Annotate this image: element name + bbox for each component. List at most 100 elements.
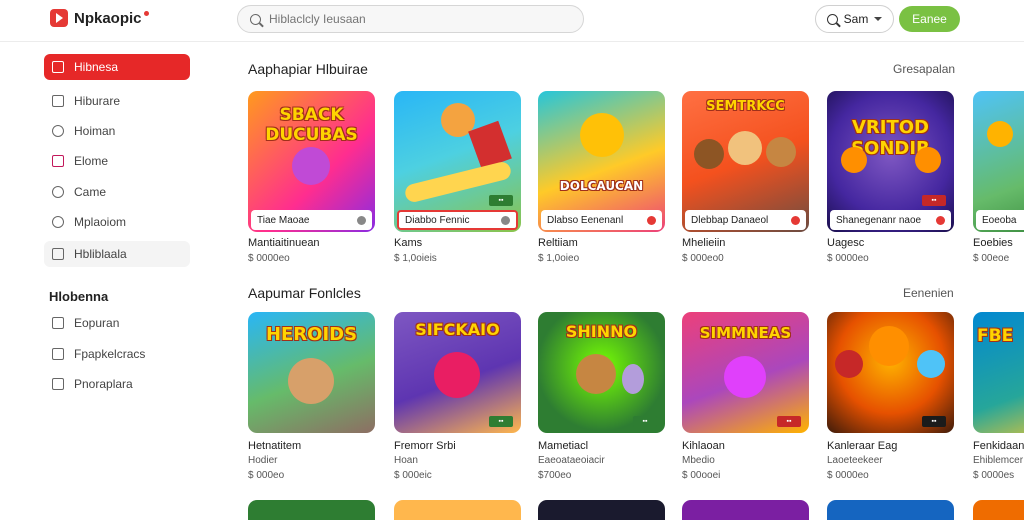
primary-action-button[interactable]: Eanee [899,6,960,32]
sidebar-item-label: Fpapkelcracs [74,347,146,361]
sidebar: Hibnesa Hiburare Hoiman Elome Came Mplao… [0,43,200,512]
game-card[interactable]: ▪▪ Diabbo Fennic Kams $ 1,0oieis [394,91,521,271]
game-card[interactable]: SHINNO ▪▪ Mametiacl Eaeoataeoiacir $700e… [538,312,665,488]
sidebar-item-label: Hiburare [74,94,121,108]
game-card[interactable]: HEROIDS Hetnatitem Hodier $ 000eo [248,312,375,488]
character-art [917,350,945,378]
grid-icon [52,61,64,73]
game-thumbnail[interactable]: VRITOD SONDIR ▪▪ Shanegenanr naoe [827,91,954,232]
card-title: Uagesc [827,237,865,249]
game-badge: ▪▪ [777,416,801,427]
game-thumbnail[interactable]: SBACK DUCUBAS Tiae Maoae [248,91,375,232]
card-price: $ 00eoe [973,253,1010,264]
game-thumbnail-partial[interactable] [394,500,521,520]
circle-icon [52,216,64,228]
game-badge: ▪▪ [489,195,513,206]
game-card[interactable]: SIFCKAIO ▪▪ Fremorr Srbi Hoan $ 000eic [394,312,521,488]
game-card[interactable]: Eoeoba Eoebies $ 00eoe [973,91,1024,271]
sidebar-item-2[interactable]: Hoiman [44,118,190,144]
thumbnail-art-text: SBACK DUCUBAS [265,105,358,145]
character-art [576,354,616,394]
game-card[interactable]: VRITOD SONDIR ▪▪ Shanegenanr naoe Uagesc… [827,91,954,271]
heart-icon[interactable] [357,215,366,225]
sidebar-item-label: Mplaoiom [74,215,127,229]
card-title: Fenkidaan [973,440,1024,452]
image-icon [52,348,64,360]
character-art [292,147,330,185]
sidebar-section-heading: Hlobenna [49,289,109,304]
search-input[interactable] [269,12,549,26]
game-thumbnail[interactable]: SHINNO ▪▪ [538,312,665,433]
card-label-bar-selected: Diabbo Fennic [397,210,518,230]
game-thumbnail[interactable]: ▪▪ [827,312,954,433]
game-thumbnail-partial[interactable] [248,500,375,520]
game-thumbnail[interactable]: SIMMNEAS ▪▪ [682,312,809,433]
heart-icon[interactable] [791,215,800,225]
game-thumbnail[interactable]: HEROIDS [248,312,375,433]
sidebar-item-4[interactable]: Came [44,179,190,205]
game-card[interactable]: DOLCAUCAN Dlabso Eenenanl Reltiiam $ 1,0… [538,91,665,271]
heart-icon[interactable] [501,215,510,225]
card-title: Kihlaoan [682,440,725,452]
sidebar-section-item-2[interactable]: Pnoraplara [44,371,190,397]
instagram-icon [52,155,64,167]
game-thumbnail-partial[interactable] [973,500,1024,520]
thumbnail-art-text: SIMMNEAS [699,324,792,342]
game-badge: ▪▪ [922,416,946,427]
game-card[interactable]: SBACK DUCUBAS Tiae Maoae Mantiaitinuean … [248,91,375,271]
card-subtitle: Hodier [248,455,278,466]
card-title: Kams [394,237,423,249]
game-thumbnail[interactable]: FBE [973,312,1024,433]
game-thumbnail-partial[interactable] [827,500,954,520]
character-art [987,121,1013,147]
logo-text: Npkaopic [74,9,142,27]
sidebar-item-3[interactable]: Elome [44,148,190,174]
card-label-bar: Dlabso Eenenanl [541,210,662,230]
search-bar[interactable] [237,5,584,33]
see-all-link-1[interactable]: Gresapalan [893,62,955,76]
character-art [622,364,644,394]
bag-icon [52,95,64,107]
game-card[interactable]: FBE Fenkidaan Ehiblemcer $ 0000es [973,312,1024,488]
heart-icon[interactable] [647,215,656,225]
card-label: Tiae Maoae [257,214,310,226]
card-title: Mantiaitinuean [248,237,320,249]
character-art [288,358,334,404]
sidebar-section-item-0[interactable]: Eopuran [44,310,190,336]
game-thumbnail-partial[interactable] [538,500,665,520]
sidebar-item-label: Came [74,185,107,199]
square-icon [52,317,64,329]
see-all-link-2[interactable]: Eenenien [903,286,954,300]
game-thumbnail[interactable]: DOLCAUCAN Dlabso Eenenanl [538,91,665,232]
game-card[interactable]: SEMTRKCC Dlebbap Danaeol Mhelieiin $ 000… [682,91,809,271]
card-label-bar: Shanegenanr naoe [830,210,951,230]
card-title: Hetnatitem [248,440,302,452]
game-thumbnail[interactable]: Eoeoba [973,91,1024,232]
game-icon [52,125,64,137]
card-price: $ 0000eo [827,253,869,264]
thumbnail-art-text: DOLCAUCAN [559,179,644,193]
game-thumbnail[interactable]: SIFCKAIO ▪▪ [394,312,521,433]
game-card[interactable]: ▪▪ Kanleraar Eag Laoeteekeer $ 0000eo [827,312,954,488]
card-subtitle: Hoan [394,455,418,466]
user-menu-button[interactable]: Sam [815,5,894,33]
heart-icon[interactable] [936,215,945,225]
game-card[interactable]: SIMMNEAS ▪▪ Kihlaoan Mbedio $ 00ooei [682,312,809,488]
game-thumbnail[interactable]: ▪▪ Diabbo Fennic [394,91,521,232]
sidebar-item-0[interactable]: Hibnesa [44,54,190,80]
game-thumbnail-partial[interactable] [682,500,809,520]
sidebar-item-1[interactable]: Hiburare [44,88,190,114]
card-price: $ 0000eo [827,470,869,481]
section-title-1: Aaphapiar Hlbuirae [248,61,368,77]
sidebar-section-item-1[interactable]: Fpapkelcracs [44,341,190,367]
card-title: Reltiiam [538,237,578,249]
game-thumbnail[interactable]: SEMTRKCC Dlebbap Danaeol [682,91,809,232]
card-price: $ 1,0oieis [394,253,437,264]
sidebar-item-6[interactable]: Hbliblaala [44,241,190,267]
character-art [766,137,796,167]
logo[interactable]: Npkaopic [50,9,149,27]
character-art [694,139,724,169]
game-badge: ▪▪ [633,416,657,427]
sidebar-item-5[interactable]: Mplaoiom [44,209,190,235]
card-label: Dlabso Eenenanl [547,214,624,226]
